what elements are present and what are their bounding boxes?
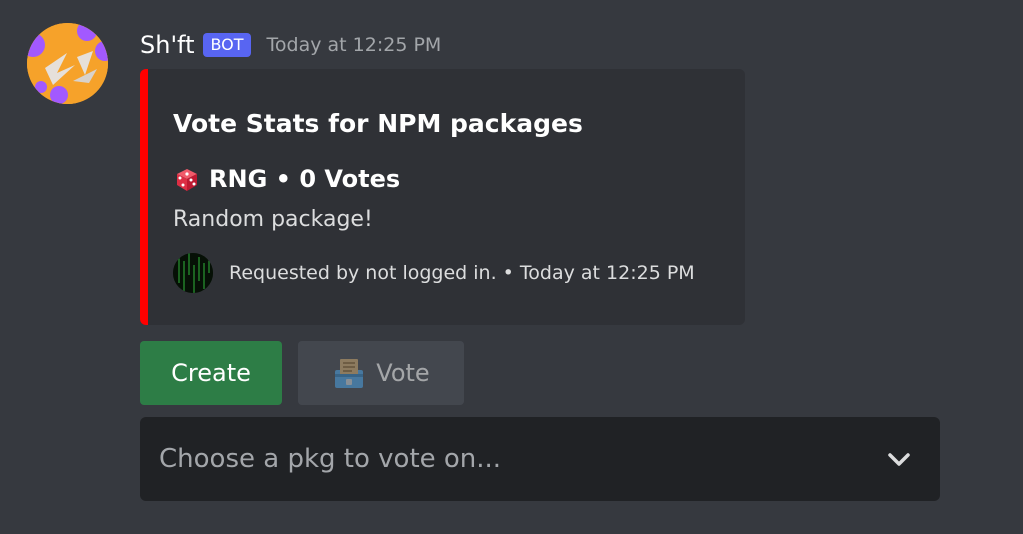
embed-footer: Requested by not logged in. • Today at 1… <box>173 253 695 293</box>
requester-avatar-icon <box>173 253 213 293</box>
vote-button[interactable]: Vote <box>298 341 464 405</box>
embed-field-value: Random package! <box>173 207 373 232</box>
chevron-down-icon[interactable] <box>886 449 912 469</box>
vote-button-label: Vote <box>376 359 430 387</box>
message-timestamp[interactable]: Today at 12:25 PM <box>267 34 442 56</box>
bot-tag: BOT <box>203 33 251 57</box>
embed-title: Vote Stats for NPM packages <box>173 109 583 138</box>
embed-field-name-text: RNG • 0 Votes <box>209 165 401 193</box>
bot-avatar[interactable] <box>27 23 108 104</box>
ballot-box-icon <box>335 359 364 388</box>
embed-footer-text: Requested by not logged in. • Today at 1… <box>229 262 695 284</box>
message-header: Sh'ft BOT Today at 12:25 PM <box>140 28 441 62</box>
package-select[interactable]: Choose a pkg to vote on... <box>140 417 940 501</box>
embed-field-name: RNG • 0 Votes <box>173 165 400 193</box>
package-select-placeholder: Choose a pkg to vote on... <box>159 444 502 474</box>
create-button[interactable]: Create <box>140 341 282 405</box>
embed-accent-bar <box>140 69 148 325</box>
game-die-icon <box>177 169 197 191</box>
bot-avatar-icon <box>27 23 108 104</box>
create-button-label: Create <box>171 359 251 387</box>
author-name[interactable]: Sh'ft <box>140 31 194 59</box>
embed: Vote Stats for NPM packages RNG • 0 Vote… <box>140 69 745 325</box>
